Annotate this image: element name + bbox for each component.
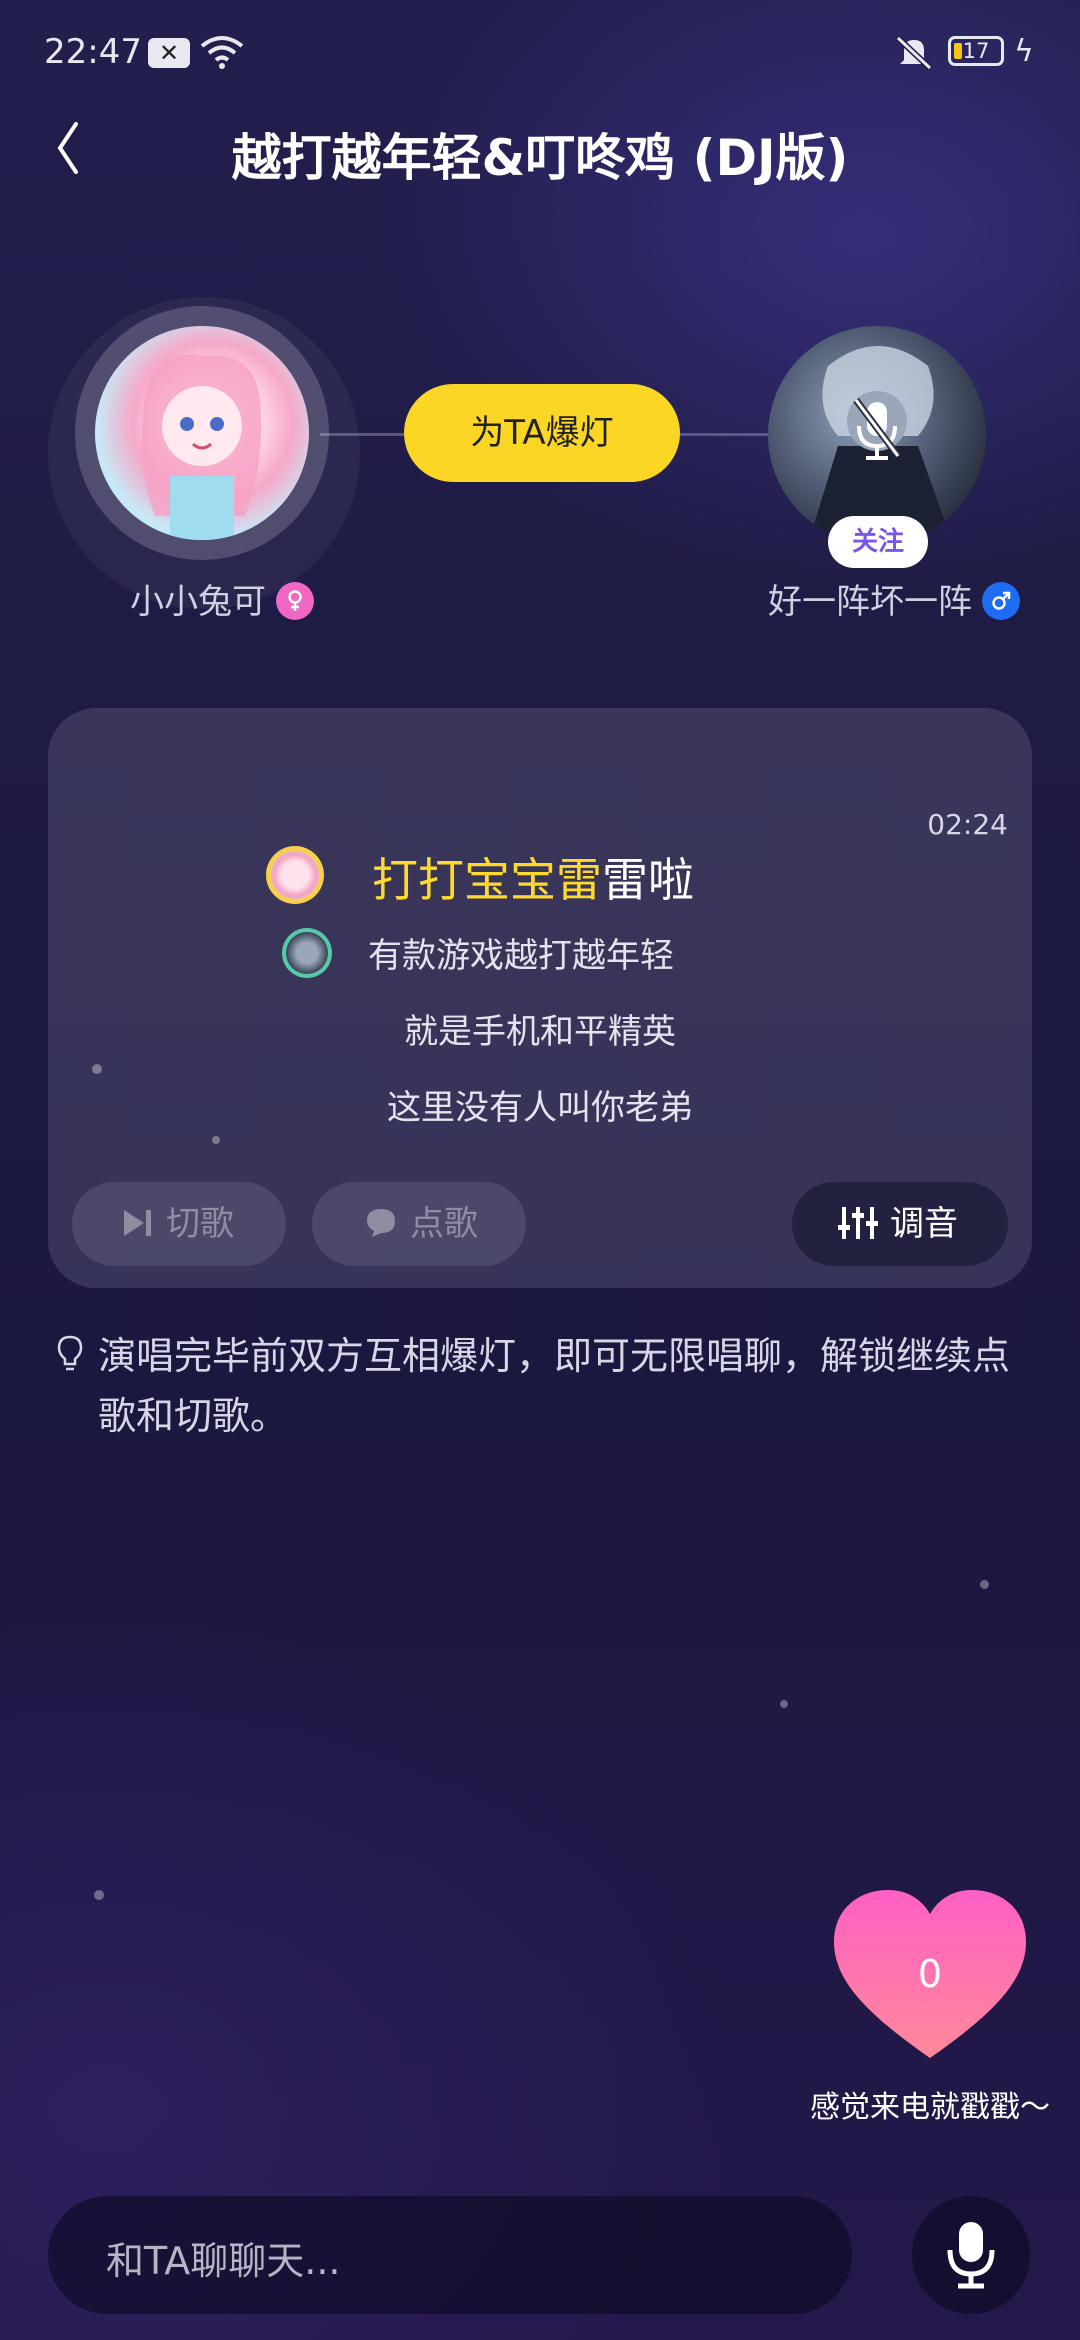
chat-bubble-icon [367, 1208, 395, 1237]
avatar-image [95, 326, 309, 540]
equalizer-icon [838, 1206, 878, 1239]
boom-light-button[interactable]: 为TA爆灯 [404, 384, 680, 482]
skip-next-icon [124, 1209, 151, 1236]
lyrics-card: 02:24 打打宝宝雷雷啦 有款游戏越打越年轻 就是手机和平精英 这里没有人叫你… [48, 708, 1032, 1288]
microphone-icon [947, 2222, 995, 2289]
voice-input-button[interactable] [912, 2196, 1030, 2314]
battery-icon: 17 [948, 36, 1004, 66]
current-singer-mini-avatar [266, 846, 324, 904]
singer-name-text: 好一阵坏一阵 [768, 582, 972, 622]
status-bar: 22:47 ✕ 17 ϟ [0, 0, 1080, 110]
chat-input[interactable]: 和TA聊聊天... [48, 2196, 852, 2314]
singer-name-text: 小小兔可 [130, 582, 266, 622]
charging-icon: ϟ [1014, 34, 1034, 69]
left-singer-name: 小小兔可 [130, 574, 314, 623]
heart-poke-button[interactable]: 0 [830, 1886, 1030, 2066]
connector-line [676, 433, 780, 436]
background-star [780, 1700, 788, 1708]
lyric-highlight: 打打宝宝雷 [372, 853, 602, 907]
lightbulb-icon [57, 1335, 83, 1371]
notification-x-icon: ✕ [148, 38, 190, 68]
request-song-label: 点歌 [410, 1204, 478, 1244]
switch-song-button[interactable]: 切歌 [72, 1182, 286, 1266]
mic-muted-icon [853, 397, 901, 460]
lyric-line: 就是手机和平精英 [404, 1012, 676, 1052]
lyric-line: 有款游戏越打越年轻 [368, 936, 674, 976]
current-lyric-line: 打打宝宝雷雷啦 [372, 844, 694, 910]
silent-bell-icon [894, 32, 934, 76]
song-timer: 02:24 [927, 808, 1008, 841]
right-singer-name: 好一阵坏一阵 [768, 574, 1020, 623]
background-star [980, 1580, 989, 1589]
request-song-button[interactable]: 点歌 [312, 1182, 526, 1266]
hint-text: 演唱完毕前双方互相爆灯，即可无限唱聊，解锁继续点歌和切歌。 [56, 1326, 1036, 1446]
wifi-icon [200, 34, 244, 74]
lyric-rest: 雷啦 [602, 853, 694, 907]
right-singer-avatar[interactable] [768, 326, 986, 544]
page-title: 越打越年轻&叮咚鸡 (DJ版) [231, 129, 849, 187]
hint-message: 演唱完毕前双方互相爆灯，即可无限唱聊，解锁继续点歌和切歌。 [98, 1334, 1011, 1438]
switch-song-label: 切歌 [166, 1204, 234, 1244]
heart-caption: 感觉来电就戳戳～ [810, 2090, 1050, 2125]
status-time: 22:47 [44, 32, 142, 72]
female-icon [276, 581, 314, 620]
tune-label: 调音 [890, 1204, 958, 1244]
background-star [94, 1890, 104, 1900]
male-icon [982, 581, 1020, 620]
follow-button[interactable]: 关注 [828, 516, 928, 568]
tune-button[interactable]: 调音 [792, 1182, 1008, 1266]
chat-placeholder: 和TA聊聊天... [106, 2239, 341, 2283]
next-singer-mini-avatar [282, 928, 332, 978]
left-singer-avatar[interactable] [75, 306, 329, 560]
lyric-line: 这里没有人叫你老弟 [387, 1088, 693, 1128]
heart-count: 0 [917, 1952, 943, 1996]
